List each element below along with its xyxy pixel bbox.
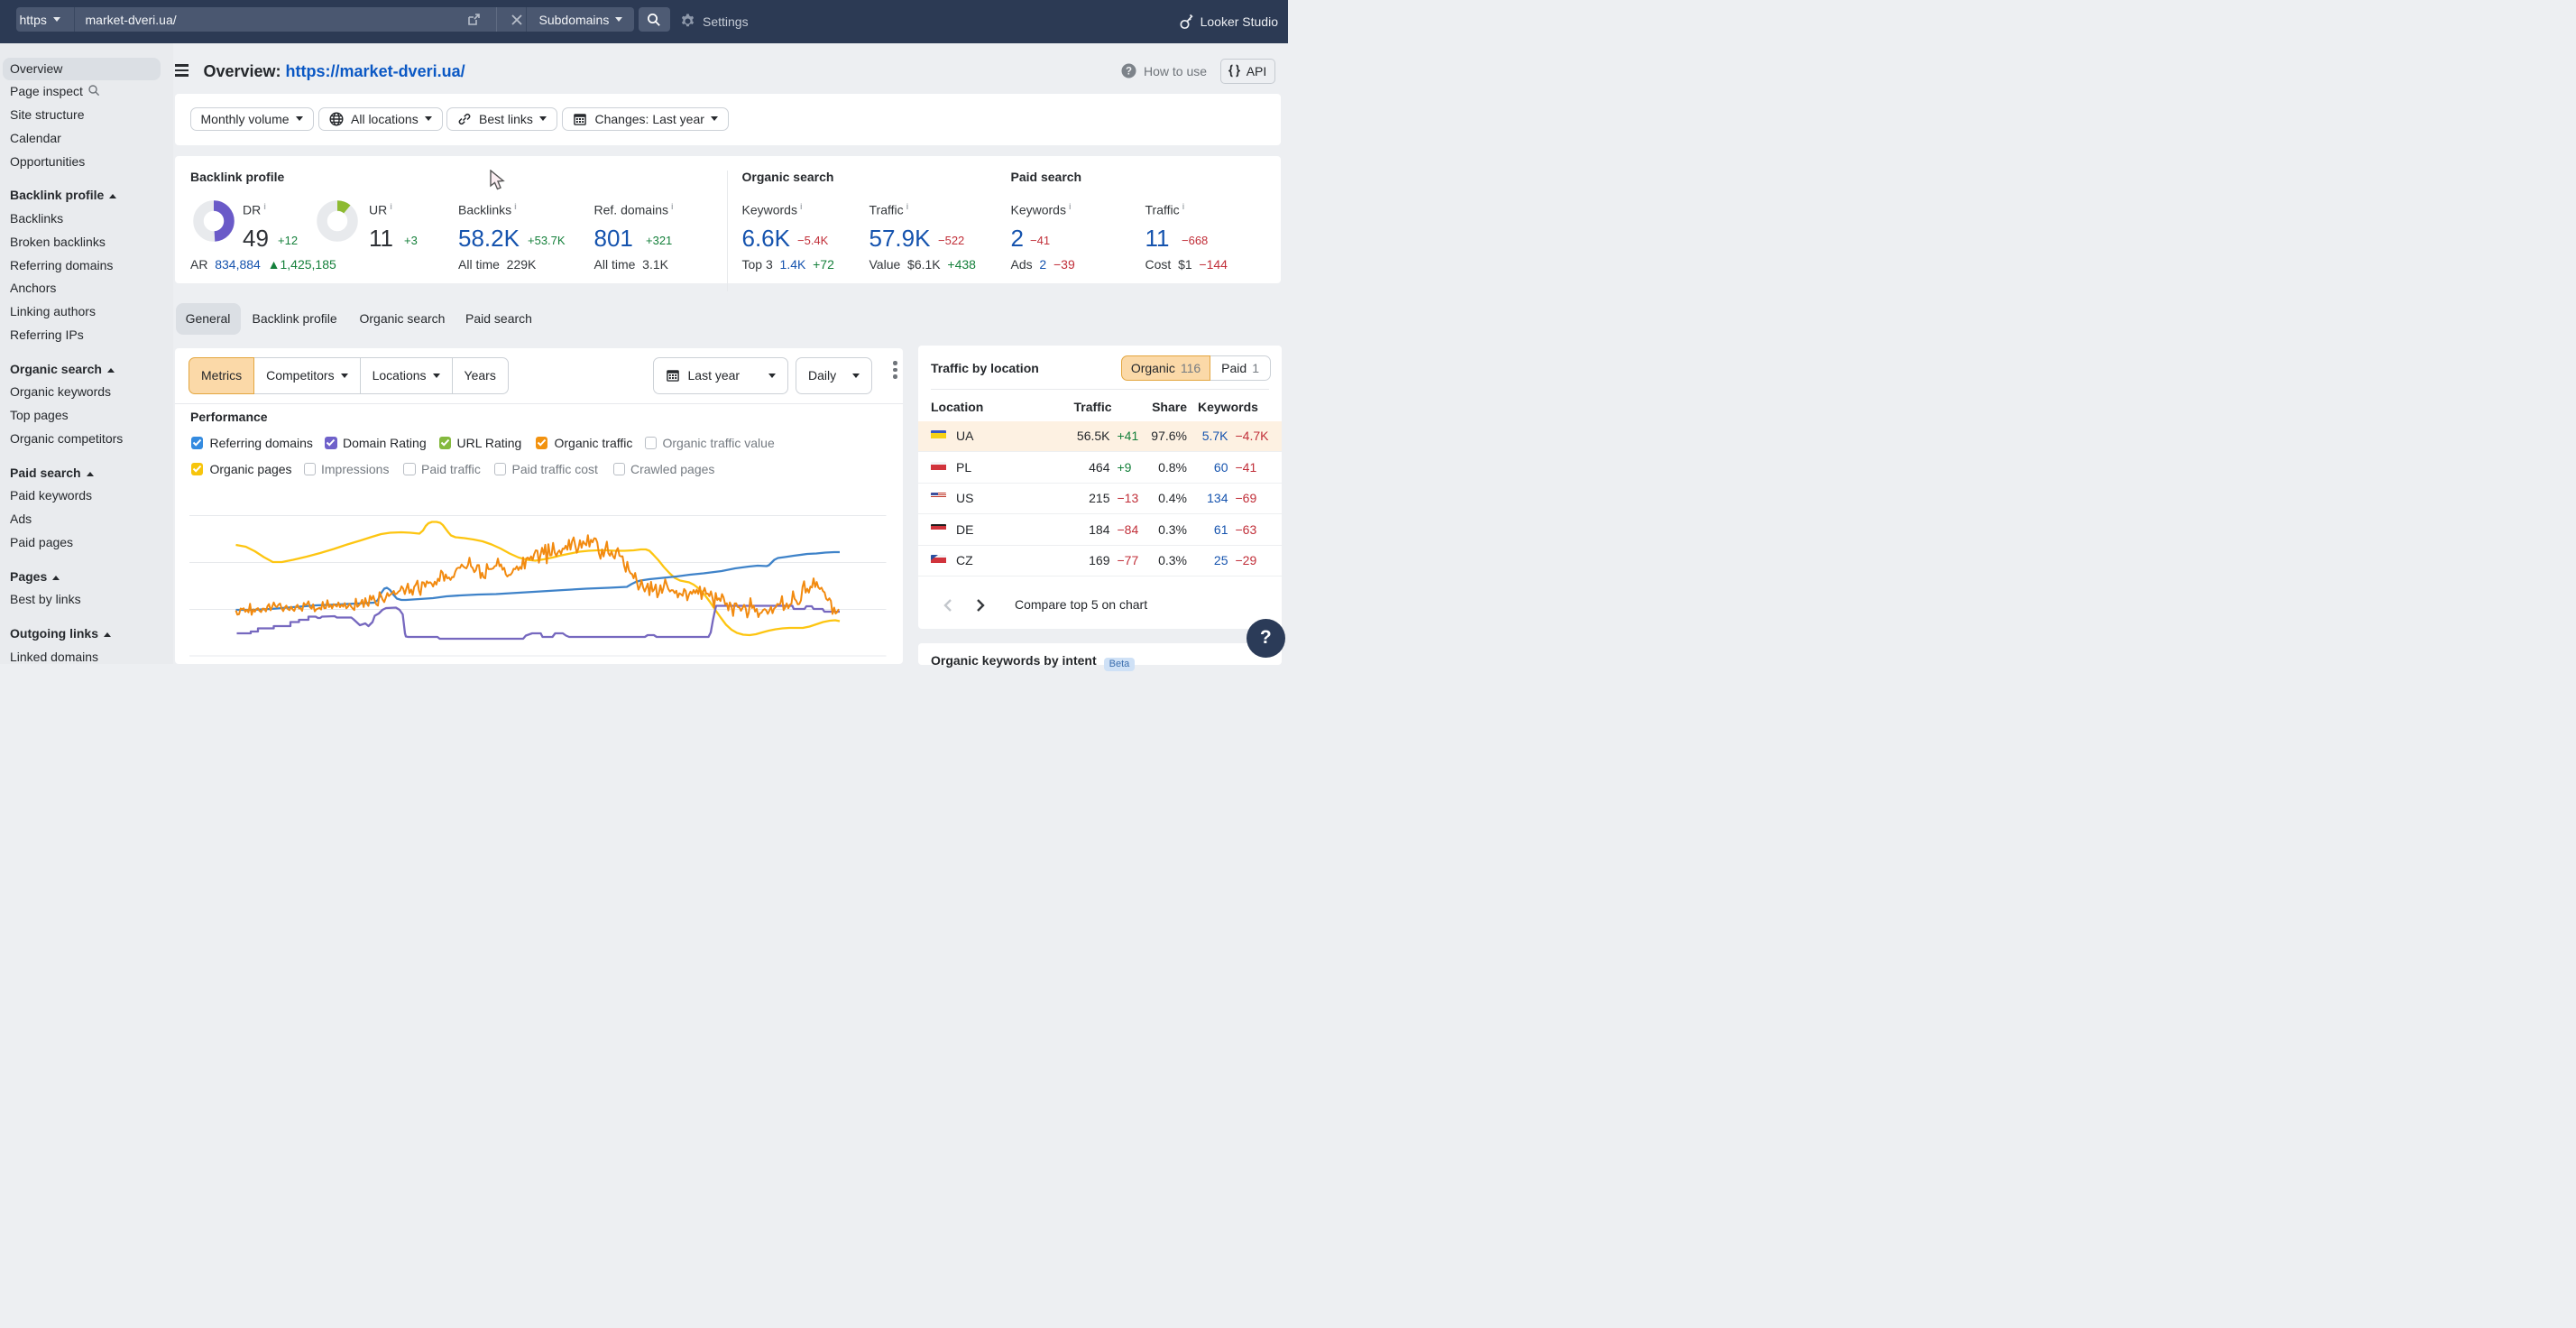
svg-text:?: ?: [1126, 66, 1132, 77]
